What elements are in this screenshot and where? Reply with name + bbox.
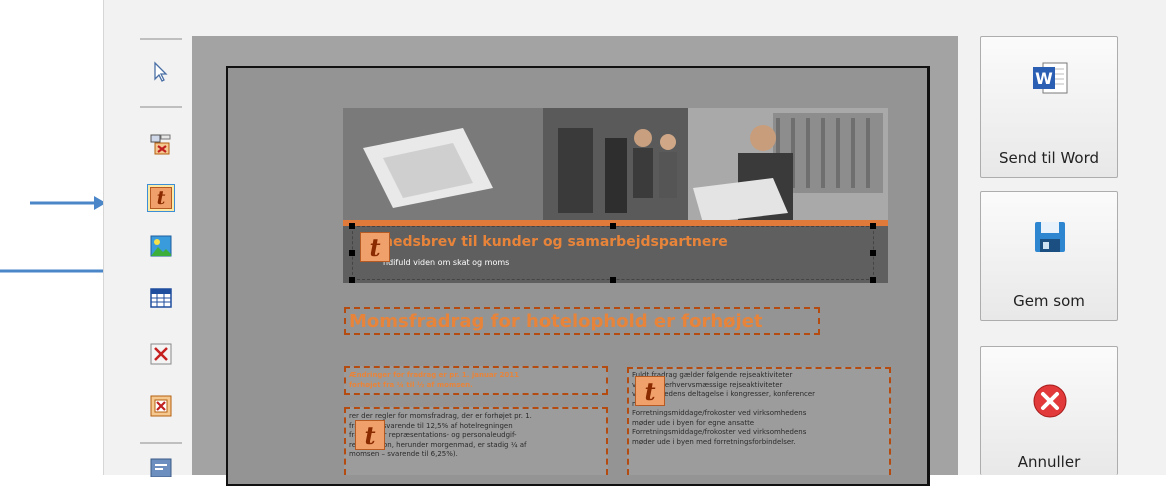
resize-handle[interactable] bbox=[349, 277, 355, 283]
headline-text-box[interactable]: Momsfradrag for hotelophold er forhøjet bbox=[344, 307, 820, 335]
cancel-button[interactable]: Annuller bbox=[980, 346, 1118, 475]
text-t-icon[interactable]: t bbox=[147, 184, 175, 212]
tool-strip: t bbox=[140, 30, 182, 477]
text-box-marker-icon: t bbox=[360, 232, 390, 262]
floppy-disk-icon bbox=[1035, 222, 1065, 252]
toolbar-divider bbox=[140, 38, 182, 40]
resize-handle[interactable] bbox=[610, 223, 616, 229]
send-to-word-label: Send til Word bbox=[998, 149, 1100, 167]
table-icon[interactable] bbox=[147, 284, 175, 312]
headline: Momsfradrag for hotelophold er forhøjet bbox=[349, 311, 763, 332]
resize-handle[interactable] bbox=[610, 277, 616, 283]
cancel-label: Annuller bbox=[1017, 453, 1081, 471]
toolbar-divider bbox=[140, 442, 182, 444]
save-as-label: Gem som bbox=[1013, 292, 1085, 310]
send-to-word-button[interactable]: W Send til Word bbox=[980, 36, 1118, 178]
header-text-box[interactable]: hedsbrev til kunder og samarbejdspartner… bbox=[352, 226, 874, 280]
tool-icon[interactable] bbox=[147, 452, 175, 480]
resize-handle[interactable] bbox=[349, 250, 355, 256]
delete-picture-icon[interactable] bbox=[147, 130, 175, 158]
svg-text:W: W bbox=[1035, 69, 1053, 88]
resize-handle[interactable] bbox=[870, 223, 876, 229]
save-as-button[interactable]: Gem som bbox=[980, 191, 1118, 321]
delete-x-icon[interactable] bbox=[147, 340, 175, 368]
right-body-text-box[interactable]: Fuldt fradrag gælder følgende rejseaktiv… bbox=[627, 367, 891, 475]
left-intro-text: Ændringer for fradrag er pr. 1. januar 2… bbox=[349, 371, 520, 389]
left-body-text: rer der regler for momsfradrag, der er f… bbox=[349, 412, 532, 458]
cursor-arrow-icon[interactable] bbox=[147, 58, 175, 86]
delete-text-icon[interactable] bbox=[147, 392, 175, 420]
resize-handle[interactable] bbox=[870, 250, 876, 256]
left-intro-text-box[interactable]: Ændringer for fradrag er pr. 1. januar 2… bbox=[344, 366, 608, 395]
word-icon: W bbox=[1033, 62, 1068, 94]
toolbar-divider bbox=[140, 106, 182, 108]
right-body-text: Fuldt fradrag gælder følgende rejseaktiv… bbox=[632, 371, 816, 446]
text-box-marker-icon: t bbox=[635, 376, 665, 406]
resize-handle[interactable] bbox=[870, 277, 876, 283]
resize-handle[interactable] bbox=[349, 223, 355, 229]
annotation-arrow-toolbar bbox=[30, 196, 106, 210]
newsletter-title: hedsbrev til kunder og samarbejdspartner… bbox=[383, 234, 728, 250]
text-box-marker-icon: t bbox=[355, 420, 385, 450]
cancel-icon bbox=[1033, 384, 1067, 418]
picture-icon[interactable] bbox=[147, 232, 175, 260]
newsletter-subtitle: ndifuld viden om skat og moms bbox=[383, 258, 510, 267]
